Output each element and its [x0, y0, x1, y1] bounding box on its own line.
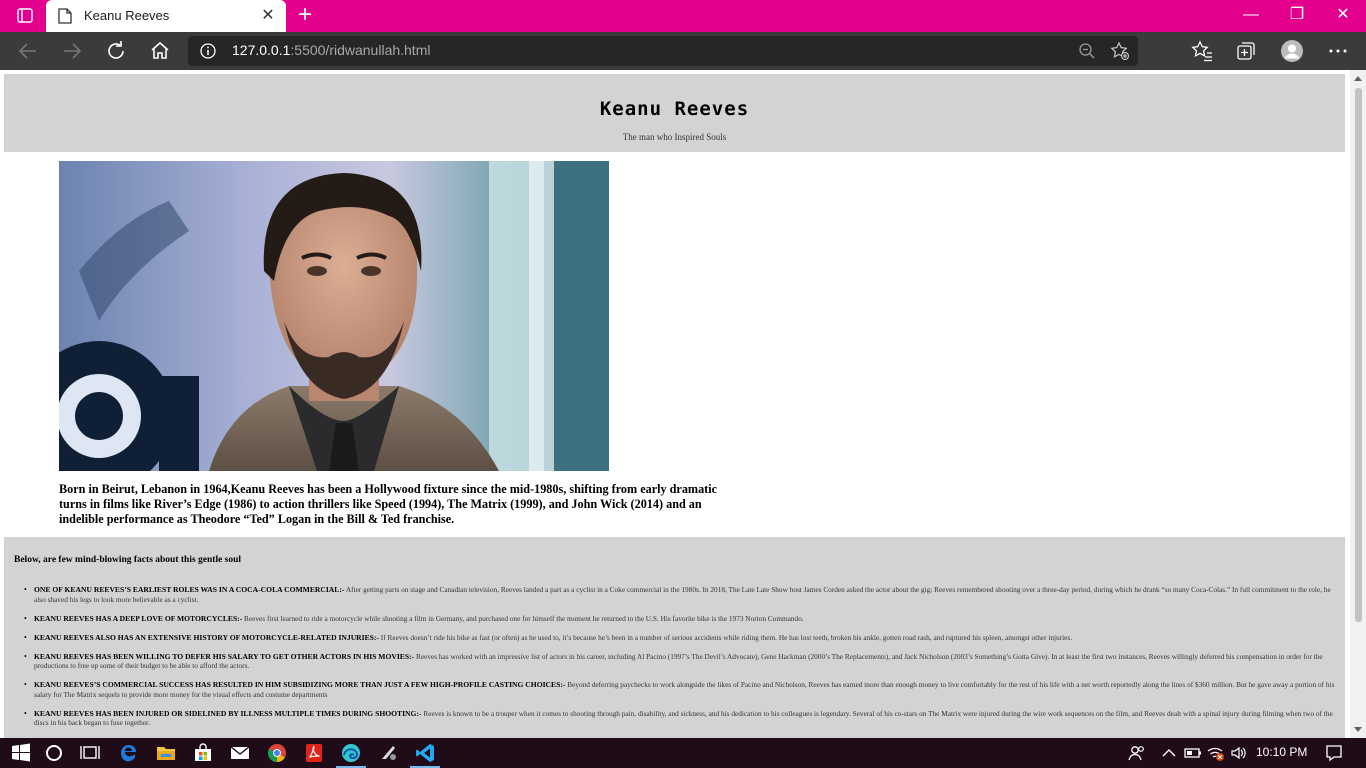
fact-text: If Reeves doesn’t ride his bike as fast … — [378, 632, 1073, 642]
close-window-icon[interactable]: ✕ — [1320, 0, 1366, 32]
intro-paragraph: Born in Beirut, Lebanon in 1964,Keanu Re… — [59, 482, 718, 526]
fact-item: KEANU REEVES HAS BEEN INJURED OR SIDELIN… — [24, 708, 1336, 728]
fact-title: KEANU REEVES HAS A DEEP LOVE OF MOTORCYC… — [34, 613, 243, 623]
mail-icon[interactable] — [229, 742, 251, 764]
fact-item: KEANU REEVES’S COMMERCIAL SUCCESS HAS RE… — [24, 680, 1336, 699]
back-icon[interactable] — [14, 38, 42, 64]
page-icon — [58, 8, 72, 24]
terminal-app-icon[interactable] — [378, 742, 400, 764]
battery-icon[interactable] — [1184, 744, 1202, 762]
vscode-icon[interactable] — [414, 742, 436, 764]
home-icon[interactable] — [146, 38, 174, 64]
people-icon[interactable] — [1128, 744, 1146, 762]
url-path: :5500/ridwanullah.html — [290, 42, 431, 58]
network-disconnected-icon[interactable] — [1207, 744, 1225, 762]
more-options-icon[interactable] — [1326, 39, 1350, 63]
pdf-reader-icon[interactable] — [303, 742, 325, 764]
url-host: 127.0.0.1 — [232, 42, 291, 58]
fact-item: KEANU REEVES HAS BEEN WILLING TO DEFER H… — [24, 651, 1336, 671]
close-tab-icon[interactable]: ✕ — [258, 6, 278, 26]
fact-title: KEANU REEVES HAS BEEN INJURED OR SIDELIN… — [34, 708, 422, 718]
page-header: Keanu Reeves The man who Inspired Souls — [4, 74, 1345, 152]
facts-section: Below, are few mind-blowing facts about … — [4, 537, 1345, 738]
fact-item: KEANU REEVES HAS A DEEP LOVE OF MOTORCYC… — [24, 613, 1336, 624]
forward-icon[interactable] — [58, 38, 86, 64]
store-icon[interactable] — [192, 742, 214, 764]
profile-avatar-icon[interactable] — [1280, 39, 1304, 63]
task-view-icon[interactable] — [79, 742, 101, 764]
address-bar[interactable]: 127.0.0.1:5500/ridwanullah.html — [188, 36, 1138, 66]
fact-title: KEANU REEVES ALSO HAS AN EXTENSIVE HISTO… — [34, 632, 379, 642]
browser-tab[interactable]: Keanu Reeves ✕ — [46, 0, 286, 32]
refresh-icon[interactable] — [102, 38, 130, 64]
fact-text: Reeves first learned to ride a motorcycl… — [242, 613, 804, 623]
search-circle-icon[interactable] — [43, 742, 65, 764]
show-hidden-icons-icon[interactable] — [1160, 744, 1178, 762]
page-viewport: Keanu Reeves The man who Inspired Souls — [0, 70, 1366, 738]
add-favorite-icon[interactable] — [1110, 41, 1130, 61]
new-tab-icon[interactable]: + — [294, 3, 316, 27]
volume-icon[interactable] — [1230, 744, 1248, 762]
fact-item: ONE OF KEANU REEVES’S EARLIEST ROLES WAS… — [24, 585, 1336, 604]
fact-title: ONE OF KEANU REEVES’S EARLIEST ROLES WAS… — [34, 585, 345, 594]
page-scrollbar[interactable] — [1350, 70, 1366, 738]
zoom-icon[interactable] — [1078, 42, 1096, 60]
keanu-portrait-image — [59, 161, 609, 471]
favorites-icon[interactable] — [1190, 39, 1214, 63]
notifications-icon[interactable] — [1325, 744, 1343, 762]
browser-title-bar: Keanu Reeves ✕ + — ❐ ✕ — [0, 0, 1366, 32]
minimize-icon[interactable]: — — [1228, 0, 1274, 32]
taskbar-clock[interactable]: 10:10 PM — [1256, 745, 1307, 759]
tab-title: Keanu Reeves — [84, 8, 170, 23]
fact-item: KEANU REEVES ALSO HAS AN EXTENSIVE HISTO… — [24, 632, 1336, 643]
site-info-icon[interactable] — [200, 43, 216, 59]
chrome-icon[interactable] — [266, 742, 288, 764]
edge-legacy-icon[interactable] — [117, 742, 139, 764]
page-subtitle: The man who Inspired Souls — [622, 132, 727, 142]
scroll-up-icon[interactable] — [1354, 76, 1362, 81]
windows-start-icon[interactable] — [10, 742, 32, 764]
scrollbar-thumb[interactable] — [1355, 88, 1362, 622]
browser-toolbar: 127.0.0.1:5500/ridwanullah.html — [0, 32, 1366, 70]
tab-actions-icon[interactable] — [10, 7, 38, 25]
fact-title: KEANU REEVES’S COMMERCIAL SUCCESS HAS RE… — [34, 680, 566, 689]
windows-taskbar: 10:10 PM — [0, 738, 1366, 768]
scroll-down-icon[interactable] — [1354, 727, 1362, 732]
collections-icon[interactable] — [1234, 39, 1258, 63]
fact-title: KEANU REEVES HAS BEEN WILLING TO DEFER H… — [34, 651, 415, 661]
facts-list: ONE OF KEANU REEVES’S EARLIEST ROLES WAS… — [24, 585, 1336, 737]
edge-browser-icon[interactable] — [340, 742, 362, 764]
url-text[interactable]: 127.0.0.1:5500/ridwanullah.html — [232, 42, 430, 58]
page-title: Keanu Reeves — [599, 98, 750, 120]
file-explorer-icon[interactable] — [155, 742, 177, 764]
facts-heading: Below, are few mind-blowing facts about … — [14, 555, 242, 565]
restore-icon[interactable]: ❐ — [1274, 0, 1320, 32]
